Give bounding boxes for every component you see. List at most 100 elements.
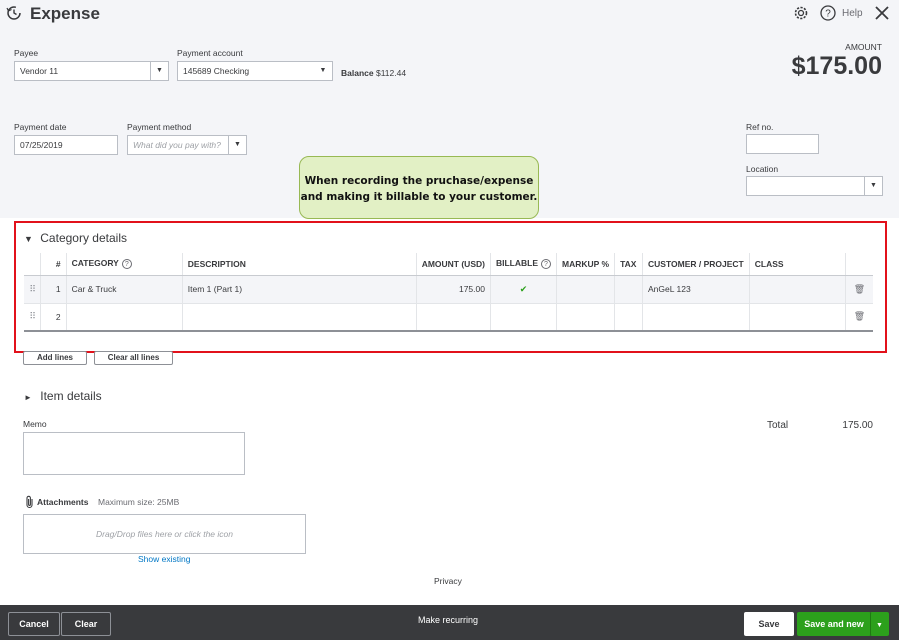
payee-value: Vendor 11 [20, 66, 59, 76]
row-markup[interactable] [555, 275, 615, 304]
table-row[interactable]: ⠿ 2 🗑 [24, 303, 873, 332]
item-details-title: Item details [40, 389, 102, 403]
help-label[interactable]: Help [842, 8, 863, 19]
row-customer[interactable] [642, 303, 750, 332]
cancel-button[interactable]: Cancel [8, 612, 60, 636]
col-markup: MARKUP % [555, 253, 615, 276]
row-tax[interactable] [614, 303, 643, 332]
payment-account-label: Payment account [177, 48, 243, 58]
col-billable: BILLABLE? [489, 253, 557, 276]
checkmark-icon: ✔ [519, 283, 528, 294]
save-options-dropdown[interactable]: ▼ [870, 612, 889, 636]
row-description[interactable]: Item 1 (Part 1) [181, 275, 417, 304]
category-table: # CATEGORY? DESCRIPTION AMOUNT (USD) BIL… [24, 253, 873, 332]
show-existing-link[interactable]: Show existing [138, 554, 190, 564]
col-category: CATEGORY? [65, 253, 183, 276]
balance-label: Balance [341, 68, 374, 78]
make-recurring-button[interactable]: Make recurring [418, 615, 478, 625]
add-lines-button[interactable]: Add lines [23, 351, 87, 365]
row-category[interactable]: Car & Truck [65, 275, 183, 304]
col-handle [24, 253, 41, 276]
row-number: 2 [40, 303, 67, 332]
col-description: DESCRIPTION [181, 253, 417, 276]
expand-icon: ► [24, 393, 32, 402]
col-category-label: CATEGORY [71, 258, 119, 269]
col-class: CLASS [748, 253, 846, 276]
payment-method-label: Payment method [127, 122, 192, 132]
chevron-down-icon: ▼ [876, 622, 883, 629]
payment-method-select[interactable]: What did you pay with? ▼ [127, 135, 247, 155]
annotation-callout: When recording the pruchase/expense and … [299, 156, 539, 219]
save-button[interactable]: Save [744, 612, 794, 636]
row-class[interactable] [748, 303, 846, 332]
chevron-down-icon[interactable]: ▼ [314, 62, 332, 80]
row-category[interactable] [65, 303, 183, 332]
ref-no-field[interactable] [746, 134, 819, 154]
category-details-toggle[interactable]: ▼ Category details [24, 231, 127, 245]
row-customer[interactable]: AnGeL 123 [642, 275, 750, 304]
privacy-link[interactable]: Privacy [434, 576, 462, 586]
ref-no-label: Ref no. [746, 122, 774, 132]
row-billable-checkbox[interactable]: ✔ [489, 275, 557, 304]
help-icon[interactable]: ? [121, 259, 132, 270]
row-amount[interactable] [415, 303, 491, 332]
payment-account-select[interactable]: 145689 Checking ▼ [177, 61, 333, 81]
row-amount[interactable]: 175.00 [415, 275, 491, 304]
amount-value: $175.00 [791, 52, 882, 80]
chevron-down-icon[interactable]: ▼ [228, 136, 246, 154]
payment-date-label: Payment date [14, 122, 67, 132]
chevron-down-icon[interactable]: ▼ [864, 177, 882, 195]
collapse-icon: ▼ [24, 234, 33, 244]
drag-handle-icon[interactable]: ⠿ [24, 303, 41, 332]
trash-icon[interactable]: 🗑 [844, 303, 873, 332]
trash-icon[interactable]: 🗑 [844, 275, 873, 304]
col-customer-project: CUSTOMER / PROJECT [642, 253, 750, 276]
row-tax[interactable] [614, 275, 643, 304]
location-label: Location [746, 164, 779, 174]
history-icon[interactable] [6, 5, 22, 21]
clear-button[interactable]: Clear [61, 612, 111, 636]
callout-line-1: When recording the pruchase/expense [304, 175, 534, 187]
attachments-label: Attachments [37, 497, 89, 507]
row-class[interactable] [748, 275, 846, 304]
close-icon[interactable] [874, 5, 890, 21]
category-details-title: Category details [40, 231, 127, 245]
total-value: 175.00 [842, 420, 873, 431]
help-icon[interactable]: ? [820, 5, 836, 21]
balance-display: Balance $112.44 [341, 68, 406, 78]
row-number: 1 [40, 275, 67, 304]
balance-value: $112.44 [375, 68, 407, 78]
payment-date-value: 07/25/2019 [20, 140, 63, 150]
payee-select[interactable]: Vendor 11 ▼ [14, 61, 169, 81]
footer-bar: Cancel Clear Make recurring Save Save an… [0, 605, 899, 640]
page-title: Expense [30, 4, 100, 23]
paperclip-icon[interactable] [25, 495, 35, 509]
attachment-dropzone[interactable]: Drag/Drop files here or click the icon [23, 514, 306, 554]
total-label: Total [767, 420, 789, 431]
attachments-max-size: Maximum size: 25MB [98, 497, 180, 507]
col-billable-label: BILLABLE [495, 258, 538, 269]
payment-method-placeholder: What did you pay with? [133, 140, 221, 150]
location-select[interactable]: ▼ [746, 176, 883, 196]
gear-icon[interactable] [793, 5, 809, 21]
col-actions [844, 253, 873, 276]
callout-line-2: and making it billable to your customer. [300, 191, 538, 203]
col-tax: TAX [614, 253, 643, 276]
save-and-new-button[interactable]: Save and new [797, 612, 871, 636]
payee-label: Payee [14, 48, 39, 58]
help-icon[interactable]: ? [541, 259, 551, 270]
item-details-toggle[interactable]: ► Item details [24, 389, 102, 403]
table-row[interactable]: ⠿ 1 Car & Truck Item 1 (Part 1) 175.00 ✔… [24, 275, 873, 304]
memo-field[interactable] [23, 432, 245, 475]
row-description[interactable] [181, 303, 417, 332]
memo-label: Memo [23, 419, 47, 429]
payment-date-field[interactable]: 07/25/2019 [14, 135, 118, 155]
col-amount: AMOUNT (USD) [415, 253, 491, 276]
chevron-down-icon[interactable]: ▼ [150, 62, 168, 80]
col-number: # [40, 253, 67, 276]
row-markup[interactable] [555, 303, 615, 332]
row-billable-checkbox[interactable] [489, 303, 557, 332]
amount-label: AMOUNT [845, 42, 882, 52]
drag-handle-icon[interactable]: ⠿ [24, 275, 41, 304]
clear-all-lines-button[interactable]: Clear all lines [94, 351, 173, 365]
